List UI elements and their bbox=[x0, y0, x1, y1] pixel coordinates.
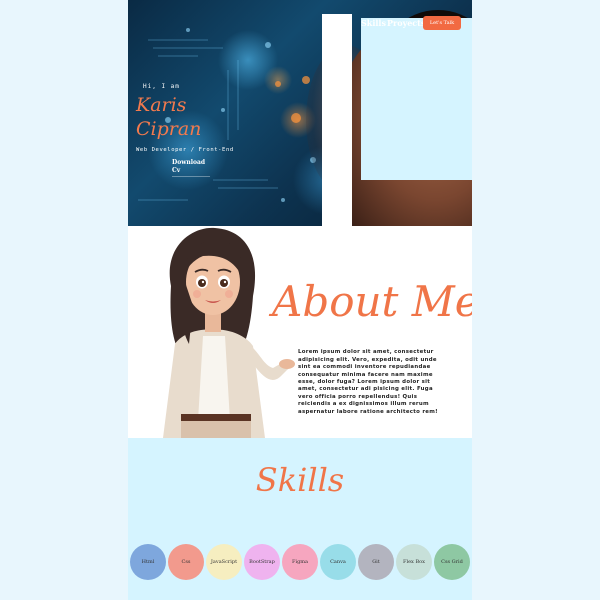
skill-javascript: JavaScript bbox=[206, 544, 242, 580]
hero-section: About Me Skills Proyects Let's Talk Hi, … bbox=[128, 0, 472, 226]
skills-section: Skills Html Css JavaScript BootStrap Fig… bbox=[128, 438, 472, 600]
download-cv-link[interactable]: Download Cv bbox=[172, 159, 210, 177]
skill-figma: Figma bbox=[282, 544, 318, 580]
skill-label: Html bbox=[141, 559, 155, 565]
skill-css: Css bbox=[168, 544, 204, 580]
skill-label: JavaScript bbox=[210, 559, 238, 565]
hero-greeting: Hi, I am bbox=[143, 83, 180, 90]
skill-label: Git bbox=[372, 559, 380, 565]
skill-label: Css bbox=[181, 559, 191, 565]
portfolio-page: About Me Skills Proyects Let's Talk Hi, … bbox=[128, 0, 472, 600]
hero-role: Web Developer / Front-End bbox=[136, 147, 234, 153]
cartoon-avatar-image bbox=[163, 227, 295, 438]
skill-git: Git bbox=[358, 544, 394, 580]
skill-label: Canva bbox=[330, 559, 346, 565]
skill-label: Css Grid bbox=[441, 559, 463, 565]
top-nav: About Me Skills Proyects Let's Talk bbox=[128, 10, 472, 226]
skill-canva: Canva bbox=[320, 544, 356, 580]
nav-skills-link[interactable]: Skills bbox=[361, 18, 472, 180]
hero-name: Karis Cipran bbox=[136, 94, 202, 140]
nav-about-link[interactable]: About Me bbox=[322, 14, 352, 226]
skill-html: Html bbox=[130, 544, 166, 580]
lets-talk-button[interactable]: Let's Talk bbox=[423, 16, 461, 30]
about-title: About Me bbox=[272, 277, 472, 326]
skill-label: Flex Box bbox=[403, 559, 425, 565]
skills-title: Skills bbox=[255, 461, 345, 499]
skill-cssgrid: Css Grid bbox=[434, 544, 470, 580]
skill-bootstrap: BootStrap bbox=[244, 544, 280, 580]
about-section: About Me Lorem ipsum dolor sit amet, con… bbox=[128, 226, 472, 438]
skill-label: Figma bbox=[292, 559, 308, 565]
skill-flexbox: Flex Box bbox=[396, 544, 432, 580]
nav-projects-link[interactable]: Proyects bbox=[387, 18, 425, 28]
about-paragraph: Lorem ipsum dolor sit amet, consectetur … bbox=[298, 349, 438, 415]
skill-label: BootStrap bbox=[249, 559, 275, 565]
